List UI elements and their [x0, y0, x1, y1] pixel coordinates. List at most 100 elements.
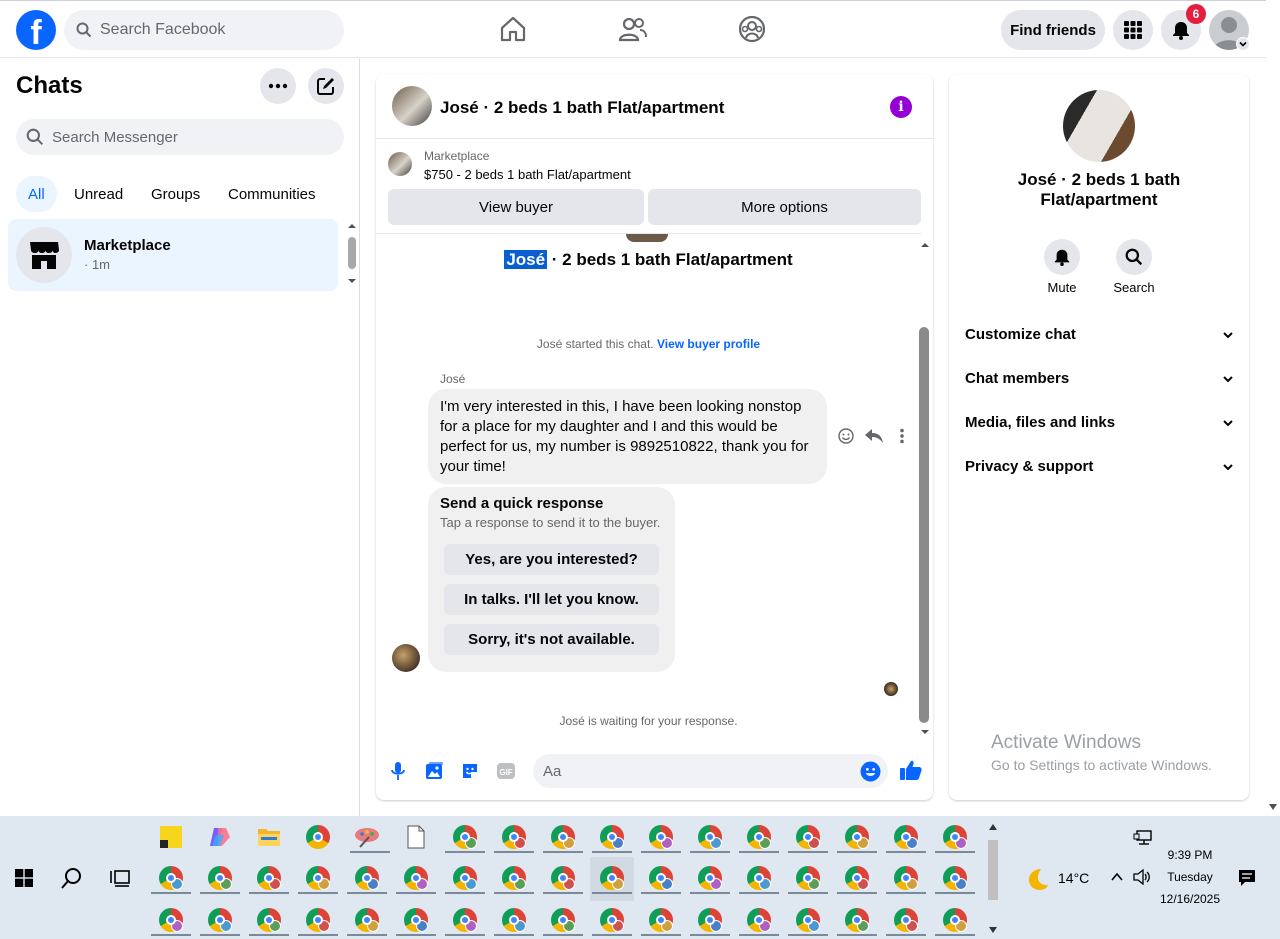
- chrome-window-icon[interactable]: [208, 908, 232, 932]
- chrome-icon[interactable]: [306, 825, 330, 849]
- filter-communities[interactable]: Communities: [216, 176, 328, 212]
- chrome-window-icon[interactable]: [600, 825, 624, 849]
- chrome-window-icon[interactable]: [404, 908, 428, 932]
- file-explorer-icon[interactable]: [257, 826, 281, 848]
- chrome-window-icon[interactable]: [355, 908, 379, 932]
- microphone-icon[interactable]: [389, 761, 407, 781]
- chrome-window-icon[interactable]: [453, 908, 477, 932]
- chrome-window-icon[interactable]: [698, 825, 722, 849]
- listing-profile-image[interactable]: [1063, 90, 1135, 162]
- friends-icon[interactable]: [618, 14, 648, 44]
- chat-options-button[interactable]: [260, 68, 296, 104]
- chrome-window-icon[interactable]: [453, 825, 477, 849]
- windows-start-icon[interactable]: [15, 869, 33, 887]
- chrome-window-icon[interactable]: [649, 908, 673, 932]
- view-buyer-button[interactable]: View buyer: [388, 189, 644, 225]
- more-vertical-icon[interactable]: [898, 428, 906, 444]
- image-icon[interactable]: [424, 761, 444, 781]
- clock-date[interactable]: 12/16/2025: [1150, 892, 1230, 906]
- chrome-window-icon[interactable]: [600, 908, 624, 932]
- page-scrollbar[interactable]: [1266, 0, 1280, 816]
- listing-thumbnail[interactable]: [392, 86, 432, 126]
- document-icon[interactable]: [407, 825, 425, 849]
- view-buyer-profile-link[interactable]: View buyer profile: [657, 337, 760, 351]
- react-icon[interactable]: [837, 427, 855, 445]
- chrome-window-icon[interactable]: [894, 866, 918, 890]
- message-input[interactable]: Aa: [533, 754, 888, 788]
- groups-icon[interactable]: [737, 14, 767, 44]
- filter-all[interactable]: All: [16, 176, 57, 212]
- chrome-window-icon[interactable]: [159, 908, 183, 932]
- sidebar-scrollbar[interactable]: [347, 222, 357, 286]
- chrome-window-icon[interactable]: [845, 825, 869, 849]
- sticker-icon[interactable]: [460, 761, 480, 781]
- chrome-window-icon[interactable]: [208, 866, 232, 890]
- chrome-window-icon[interactable]: [894, 908, 918, 932]
- media-files-links-section[interactable]: Media, files and links: [965, 414, 1235, 431]
- speaker-icon[interactable]: [1133, 869, 1151, 885]
- paint-icon[interactable]: [354, 825, 380, 849]
- quick-response-button[interactable]: In talks. I'll let you know.: [444, 584, 659, 615]
- chrome-window-icon[interactable]: [551, 908, 575, 932]
- chrome-window-icon[interactable]: [943, 866, 967, 890]
- notification-center-icon[interactable]: [1238, 869, 1256, 887]
- messenger-search-input[interactable]: Search Messenger: [16, 119, 344, 155]
- chrome-window-icon[interactable]: [502, 825, 526, 849]
- chrome-window-icon[interactable]: [600, 866, 624, 890]
- taskbar-overflow-scrollbar[interactable]: [986, 818, 1000, 939]
- filter-groups[interactable]: Groups: [139, 176, 212, 212]
- quick-response-button[interactable]: Yes, are you interested?: [444, 544, 659, 575]
- chrome-window-icon[interactable]: [796, 908, 820, 932]
- conversation-title[interactable]: José · 2 beds 1 bath Flat/apartment: [440, 98, 724, 118]
- chrome-window-icon[interactable]: [796, 825, 820, 849]
- privacy-support-section[interactable]: Privacy & support: [965, 458, 1235, 475]
- menu-button[interactable]: [1113, 10, 1153, 50]
- message-bubble[interactable]: I'm very interested in this, I have been…: [428, 389, 827, 484]
- chrome-window-icon[interactable]: [502, 908, 526, 932]
- chrome-window-icon[interactable]: [551, 866, 575, 890]
- chrome-window-icon[interactable]: [453, 866, 477, 890]
- chrome-window-icon[interactable]: [747, 866, 771, 890]
- chrome-window-icon[interactable]: [747, 825, 771, 849]
- reply-icon[interactable]: [864, 427, 884, 445]
- info-icon[interactable]: i: [890, 96, 912, 118]
- chrome-window-icon[interactable]: [257, 866, 281, 890]
- chrome-window-icon[interactable]: [502, 866, 526, 890]
- chrome-window-icon[interactable]: [649, 825, 673, 849]
- like-icon[interactable]: [899, 758, 923, 782]
- account-menu-chevron[interactable]: [1236, 37, 1250, 51]
- search-conversation-button[interactable]: [1116, 239, 1152, 275]
- new-message-button[interactable]: [308, 68, 344, 104]
- facebook-logo[interactable]: f: [16, 10, 56, 50]
- chrome-window-icon[interactable]: [355, 866, 379, 890]
- copilot-icon[interactable]: [208, 825, 232, 849]
- chrome-window-icon[interactable]: [404, 866, 428, 890]
- chrome-window-icon[interactable]: [551, 825, 575, 849]
- sender-avatar[interactable]: [392, 644, 420, 672]
- chrome-window-icon[interactable]: [845, 908, 869, 932]
- chrome-window-icon[interactable]: [306, 908, 330, 932]
- temperature[interactable]: 14°C: [1058, 870, 1089, 886]
- find-friends-button[interactable]: Find friends: [1001, 10, 1105, 50]
- chrome-window-icon[interactable]: [943, 908, 967, 932]
- chrome-window-icon[interactable]: [159, 866, 183, 890]
- chrome-window-icon[interactable]: [257, 908, 281, 932]
- chrome-window-icon[interactable]: [943, 825, 967, 849]
- chrome-window-icon[interactable]: [698, 866, 722, 890]
- moon-weather-icon[interactable]: [1024, 866, 1050, 892]
- chrome-window-icon[interactable]: [845, 866, 869, 890]
- chrome-window-icon[interactable]: [894, 825, 918, 849]
- task-view-icon[interactable]: [109, 867, 131, 889]
- clock-time[interactable]: 9:39 PM: [1150, 848, 1230, 862]
- chrome-window-icon[interactable]: [649, 866, 673, 890]
- conversation-scrollbar[interactable]: [919, 240, 931, 738]
- clock-day[interactable]: Tuesday: [1150, 870, 1230, 884]
- emoji-icon[interactable]: [860, 761, 881, 782]
- chrome-window-icon[interactable]: [747, 908, 771, 932]
- facebook-search-input[interactable]: Search Facebook: [64, 10, 344, 50]
- customize-chat-section[interactable]: Customize chat: [965, 326, 1235, 343]
- gif-icon[interactable]: GIF: [496, 761, 516, 781]
- quick-response-button[interactable]: Sorry, it's not available.: [444, 624, 659, 655]
- chrome-window-icon[interactable]: [796, 866, 820, 890]
- chat-members-section[interactable]: Chat members: [965, 370, 1235, 387]
